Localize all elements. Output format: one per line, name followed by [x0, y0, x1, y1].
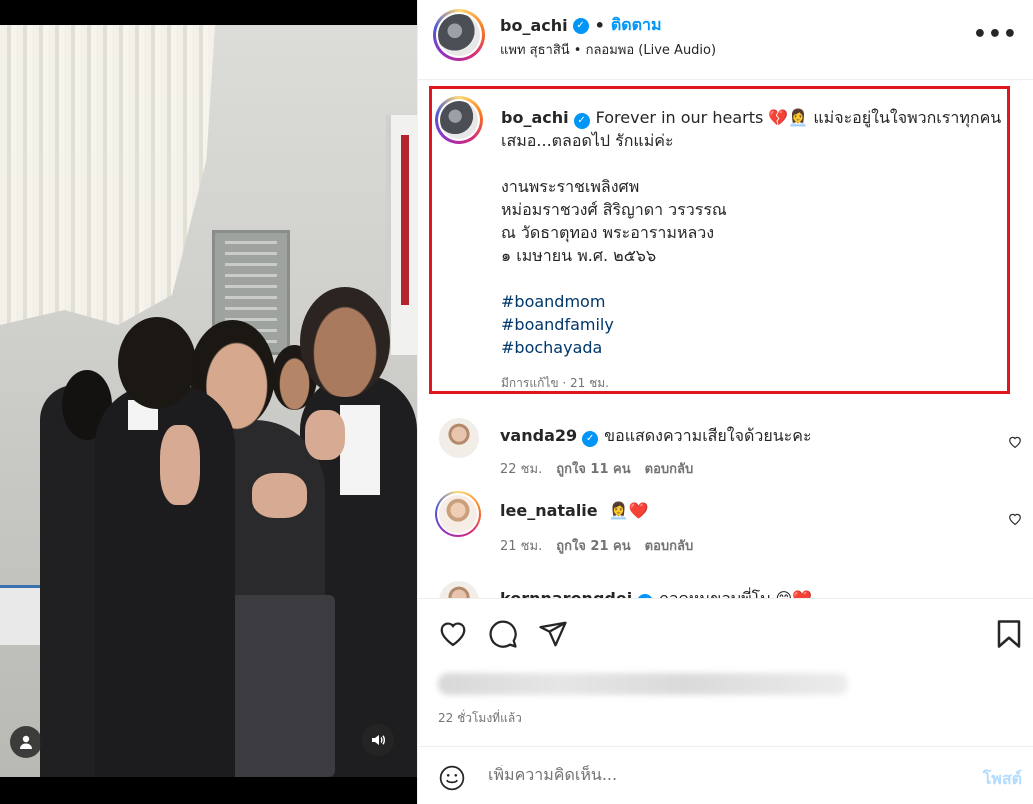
caption-avatar-image: [440, 101, 478, 139]
person-icon: [20, 735, 32, 749]
author-row: bo_achi ✓ • ติดตาม: [500, 13, 662, 38]
commenter-avatar[interactable]: [435, 491, 481, 537]
comment-likes[interactable]: ถูกใจ 21 คน: [556, 535, 630, 556]
emoji-button[interactable]: [439, 765, 465, 795]
comment-item: lee_natalie 👩‍💼❤️ 21 ชม. ถูกใจ 21 คน ตอบ…: [418, 491, 1033, 575]
liked-by-blurred: [438, 673, 848, 695]
commenter-username[interactable]: vanda29: [500, 426, 577, 445]
caption-text-line2: เสมอ...ตลอดไป รักแม่ค่ะ: [501, 131, 674, 150]
like-button[interactable]: [438, 619, 468, 651]
post-header: bo_achi ✓ • ติดตาม แพท สุธาสินี • กลอมพอ…: [418, 0, 1033, 80]
verified-badge-icon: ✓: [573, 112, 590, 129]
lace-curtain: [0, 25, 215, 325]
reply-button[interactable]: ตอบกลับ: [645, 535, 694, 556]
comment-like-button[interactable]: [1008, 434, 1022, 452]
paper-plane-icon: [539, 621, 567, 647]
caption-first-line: bo_achi ✓ Forever in our hearts 💔👩‍💼 แม่จะ…: [501, 106, 1006, 129]
comment-bubble-icon: [489, 620, 517, 648]
more-options-icon[interactable]: •••: [973, 22, 1018, 47]
comment-item: kornnarongdej✓กอดหนุขอบพี่โบ 😊❤️: [418, 581, 1033, 598]
audio-toggle-button[interactable]: [362, 724, 394, 756]
comment-meta: 21 ชม. ถูกใจ 21 คน ตอบกลับ: [500, 535, 693, 556]
post-photo: [0, 25, 417, 777]
comment-text: กอดหนุขอบพี่โบ 😊❤️: [659, 589, 812, 598]
commenter-avatar[interactable]: [439, 418, 479, 458]
caption-event-line: ณ วัดธาตุทอง พระอารามหลวง: [501, 223, 715, 242]
heart-icon: [1009, 513, 1021, 526]
tagged-users-button[interactable]: [10, 726, 42, 758]
author-subtitle[interactable]: แพท สุธาสินี • กลอมพอ (Live Audio): [500, 39, 716, 60]
comment-item: vanda29 ✓ ขอแสดงความเสียใจด้วยนะคะ 22 ชม. …: [418, 418, 1033, 498]
author-avatar[interactable]: [433, 9, 485, 61]
commenter-username[interactable]: kornnarongdej: [500, 589, 632, 598]
bookmark-icon: [997, 620, 1021, 648]
caption-meta: มีการแก้ไข · 21 ชม.: [501, 376, 609, 390]
verified-badge-icon: ✓: [582, 430, 599, 447]
heart-icon: [440, 622, 466, 647]
mourner-right-head: [300, 287, 390, 397]
comment-meta: 22 ชม. ถูกใจ 11 คน ตอบกลับ: [500, 458, 693, 479]
comment-like-button[interactable]: [1008, 511, 1022, 529]
reply-button[interactable]: ตอบกลับ: [645, 458, 694, 479]
caption-avatar[interactable]: [435, 96, 483, 144]
comments-list[interactable]: bo_achi ✓ Forever in our hearts 💔👩‍💼 แม่จะ…: [418, 81, 1033, 598]
caption-text: bo_achi ✓ Forever in our hearts 💔👩‍💼 แม่จะ…: [501, 106, 1006, 359]
instagram-post-modal: bo_achi ✓ • ติดตาม แพท สุธาสินี • กลอมพอ…: [0, 0, 1033, 804]
comment-likes[interactable]: ถูกใจ 11 คน: [556, 458, 630, 479]
heart-icon: [1009, 436, 1021, 449]
comment-line: kornnarongdej✓กอดหนุขอบพี่โบ 😊❤️: [500, 587, 812, 598]
comment-line: vanda29 ✓ ขอแสดงความเสียใจด้วยนะคะ: [500, 424, 812, 449]
hashtag-link[interactable]: #bochayada: [501, 336, 1006, 359]
add-comment-bar: โพสต์: [418, 746, 1033, 804]
author-avatar-image: [438, 14, 480, 56]
post-media[interactable]: [0, 0, 417, 804]
post-actions: 22 ชั่วโมงที่แล้ว: [418, 598, 1033, 746]
commenter-username[interactable]: lee_natalie: [500, 501, 598, 520]
add-comment-input[interactable]: [488, 765, 948, 784]
hand-face: [305, 410, 345, 460]
separator-dot: •: [594, 16, 605, 35]
caption-event-line: หม่อมราชวงศ์ สิริญาดา วรวรรณ: [501, 200, 727, 219]
caption-event-line: งานพระราชเพลิงศพ: [501, 177, 640, 196]
comment-button[interactable]: [488, 619, 518, 653]
post-timestamp[interactable]: 22 ชั่วโมงที่แล้ว: [438, 709, 522, 728]
hashtag-link[interactable]: #boandfamily: [501, 313, 1006, 336]
caption-highlight: bo_achi ✓ Forever in our hearts 💔👩‍💼 แม่จะ…: [429, 86, 1010, 394]
hand-left: [160, 425, 200, 505]
caption-blank: [501, 267, 1006, 290]
caption-event-line: ๑ เมษายน พ.ศ. ๒๕๖๖: [501, 246, 657, 265]
comment-text: 👩‍💼❤️: [608, 501, 649, 520]
share-button[interactable]: [538, 619, 568, 653]
post-side-panel: bo_achi ✓ • ติดตาม แพท สุธาสินี • กลอมพอ…: [417, 0, 1033, 804]
caption-username[interactable]: bo_achi: [501, 108, 569, 127]
commenter-avatar[interactable]: [439, 581, 479, 598]
author-username[interactable]: bo_achi: [500, 16, 568, 35]
background-door: [386, 115, 417, 355]
speaker-icon: [372, 735, 385, 745]
verified-badge-icon: ✓: [572, 17, 589, 34]
follow-button[interactable]: ติดตาม: [611, 13, 662, 38]
comment-time: 22 ชม.: [500, 462, 543, 477]
comment-time: 21 ชม.: [500, 539, 543, 554]
post-comment-button[interactable]: โพสต์: [983, 767, 1022, 792]
mourner-young-head: [118, 317, 196, 409]
hand-right: [252, 473, 307, 518]
hashtag-link[interactable]: #boandmom: [501, 290, 1006, 313]
comment-text: ขอแสดงความเสียใจด้วยนะคะ: [604, 426, 812, 445]
caption-blank: [501, 152, 1006, 175]
smiley-icon: [439, 765, 465, 791]
comment-line: lee_natalie 👩‍💼❤️: [500, 501, 649, 520]
save-button[interactable]: [996, 619, 1022, 653]
mourner-right-shirt: [340, 405, 380, 495]
caption-text-line1: Forever in our hearts 💔👩‍💼 แม่จะอยู่ในใจ…: [595, 108, 1002, 127]
